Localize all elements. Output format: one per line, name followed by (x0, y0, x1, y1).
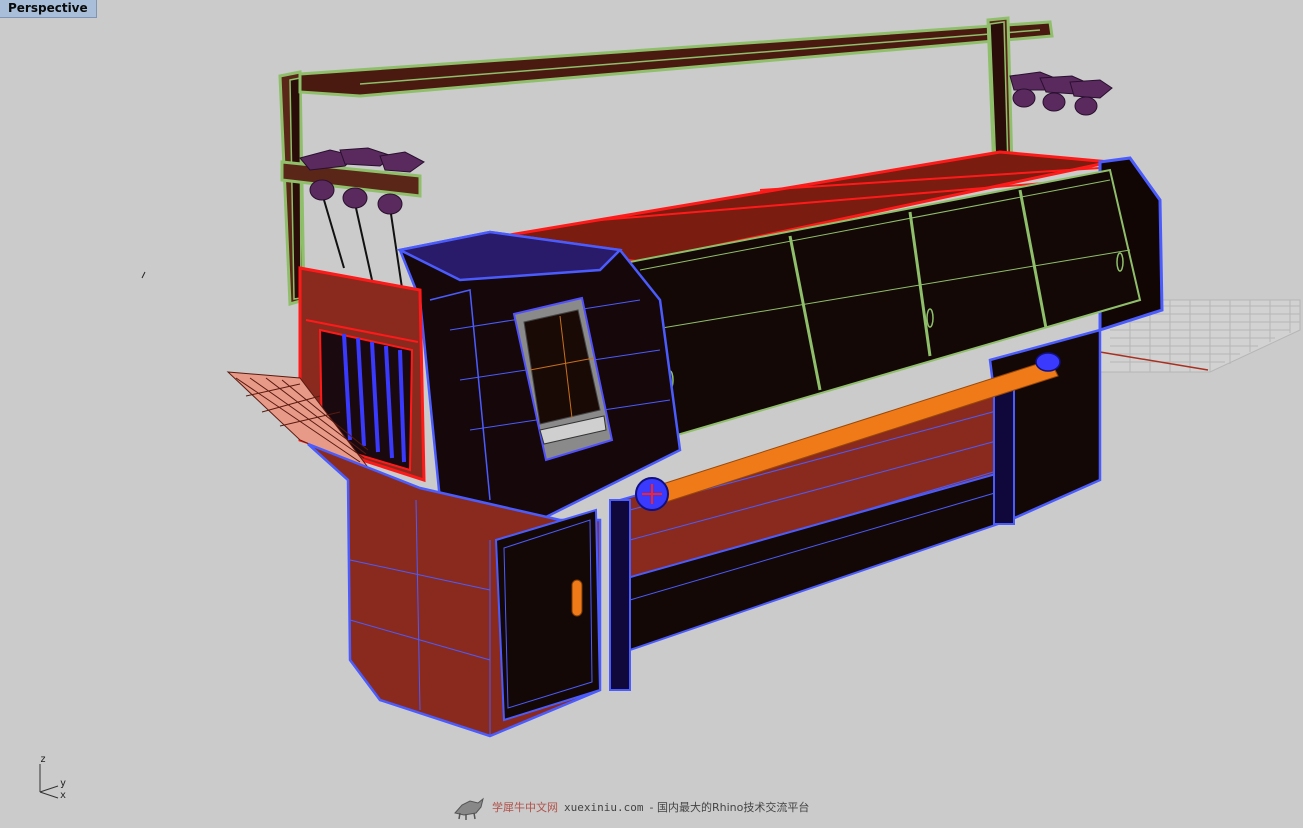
axis-label-z: z (40, 754, 47, 765)
axis-label-x: x (60, 790, 67, 801)
stray-mark (141, 271, 146, 279)
watermark-domain: xuexiniu.com (564, 800, 644, 814)
perspective-viewport[interactable]: Perspective z y x 学犀牛中文网 xuexiniu.com - … (0, 0, 1303, 828)
right-post (993, 379, 1015, 525)
axes-icon (39, 764, 59, 799)
watermark-slogan: - 国内最大的Rhino技术交流平台 (649, 801, 810, 814)
yarn-tensioners-right (1009, 71, 1113, 116)
left-post (609, 499, 631, 691)
watermark: 学犀牛中文网 xuexiniu.com - 国内最大的Rhino技术交流平台 (452, 792, 809, 822)
rhino-logo-icon (454, 797, 484, 820)
watermark-brand: 学犀牛中文网 (492, 801, 558, 814)
perspective-3d-model[interactable] (0, 0, 1303, 828)
axis-label-y: y (60, 778, 67, 789)
viewport-title-tab[interactable]: Perspective (0, 0, 97, 18)
cabinet-handle (571, 579, 583, 617)
world-axes-indicator: z y x (30, 752, 78, 808)
